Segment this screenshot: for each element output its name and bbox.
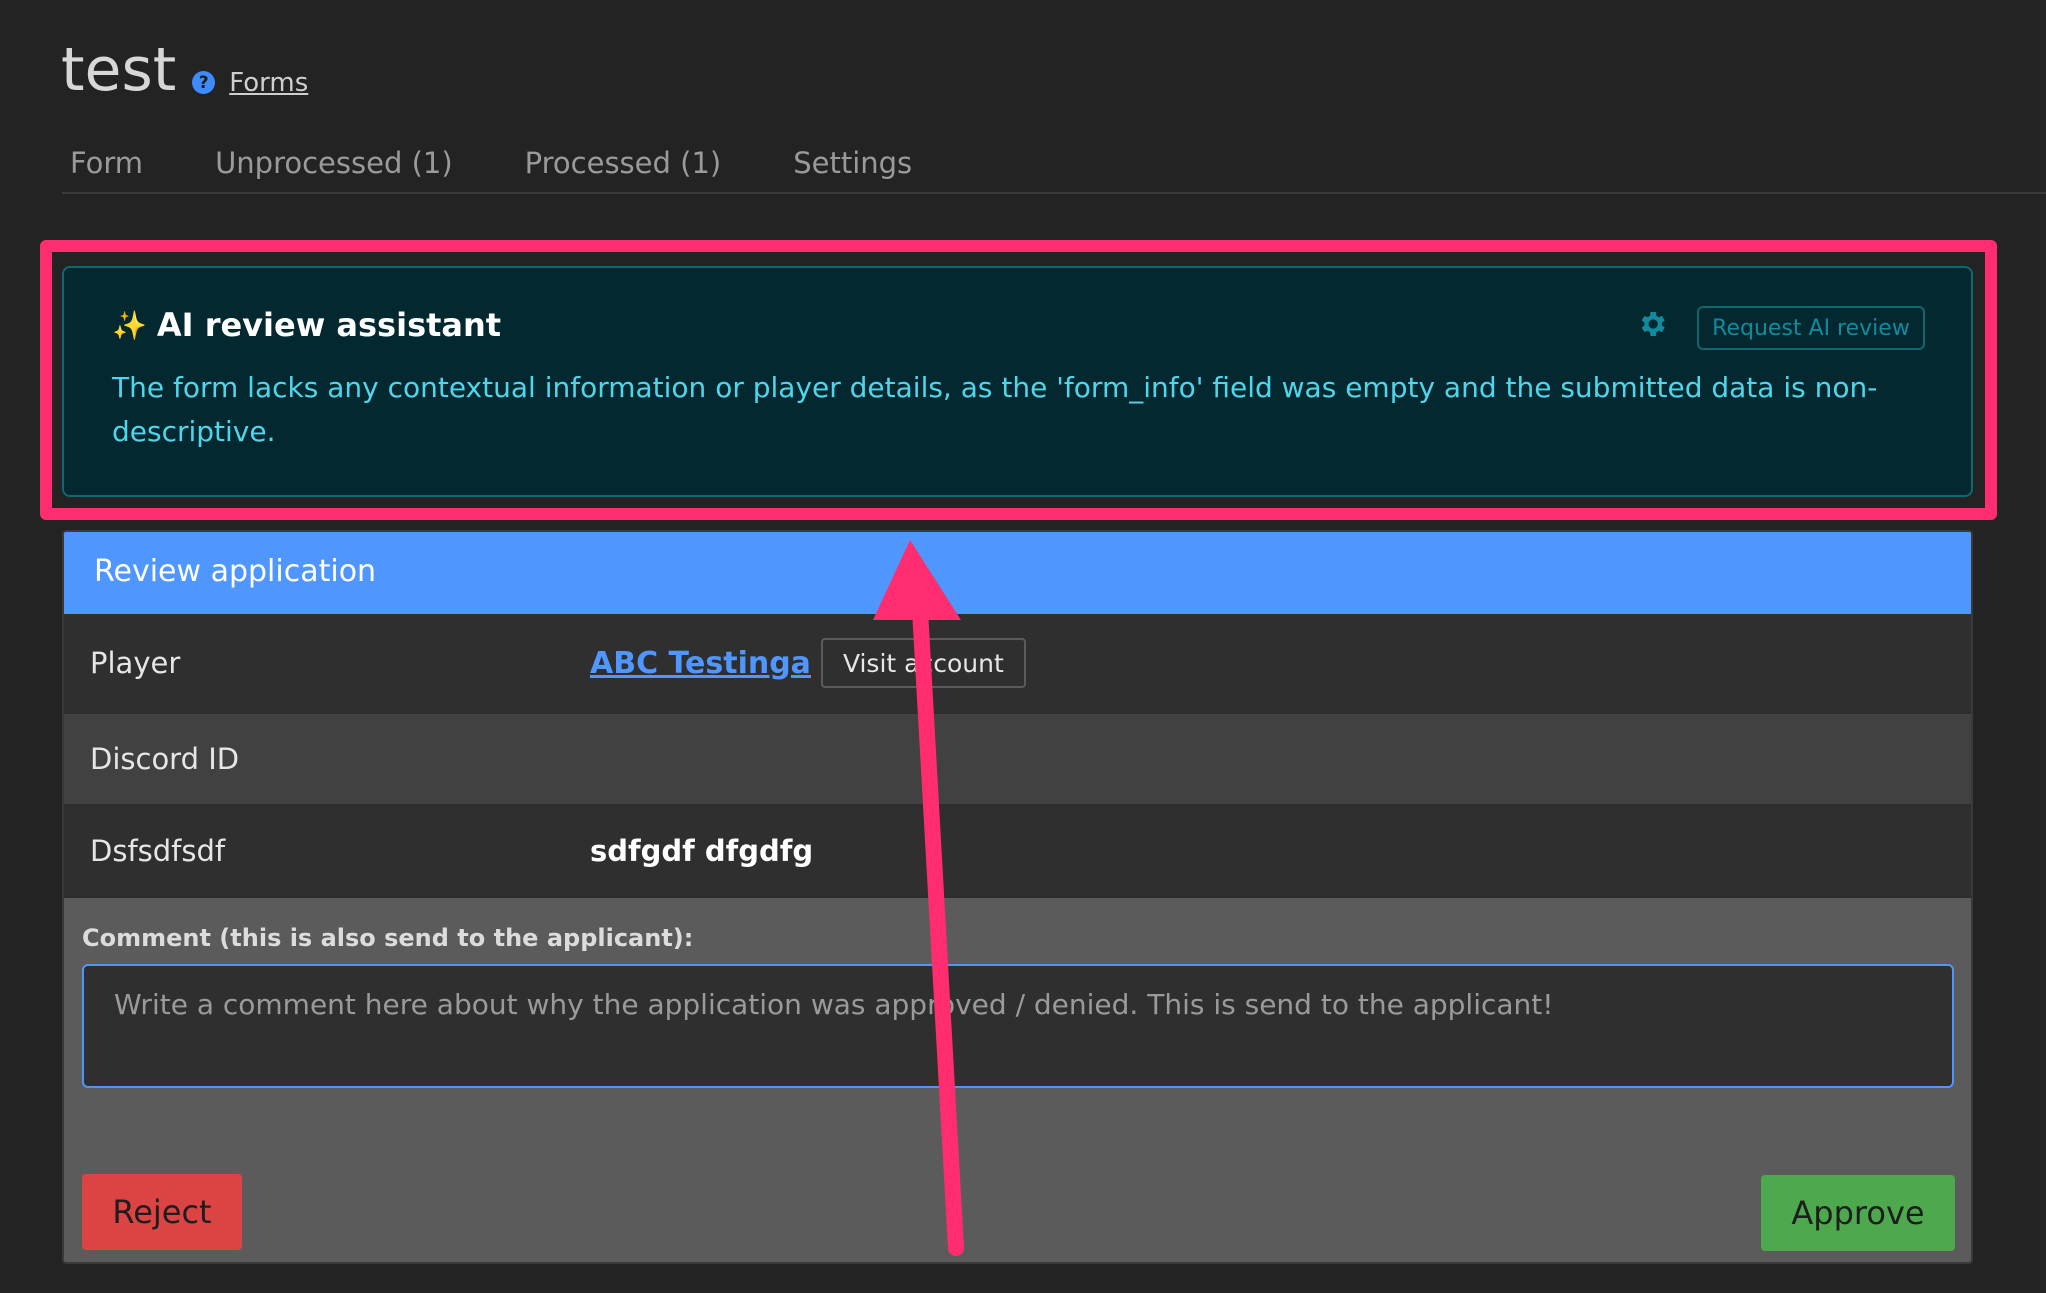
visit-account-button[interactable]: Visit account — [820, 638, 1026, 688]
approve-button[interactable]: Approve — [1761, 1175, 1955, 1251]
ai-review-text: The form lacks any contextual informatio… — [112, 371, 1878, 448]
page-title: test — [61, 35, 177, 105]
table-row-dsfsdfsdf: Dsfsdfsdf sdfgdf dfgdfg — [64, 806, 1971, 898]
comment-input[interactable] — [82, 964, 1954, 1088]
row-value: sdfgdf dfgdfg — [590, 834, 814, 868]
review-application-card: Review application Player ABC Testinga V… — [62, 530, 1973, 1264]
player-link[interactable]: ABC Testinga — [590, 646, 811, 681]
tab-form[interactable]: Form — [62, 136, 151, 192]
page-header: test ? Forms — [61, 30, 308, 110]
ai-review-panel: ✨ AI review assistant Request AI review … — [62, 266, 1973, 497]
forms-link[interactable]: Forms — [229, 68, 308, 98]
tab-bar: Form Unprocessed (1) Processed (1) Setti… — [62, 136, 2046, 194]
row-label: Discord ID — [90, 742, 240, 776]
row-label: Dsfsdfsdf — [90, 834, 226, 868]
gear-icon[interactable] — [1636, 308, 1668, 340]
question-circle-icon[interactable]: ? — [192, 71, 216, 94]
ai-review-title-row: ✨ AI review assistant — [112, 306, 501, 344]
tab-processed[interactable]: Processed (1) — [517, 136, 730, 192]
comment-label: Comment (this is also send to the applic… — [82, 924, 694, 952]
tab-unprocessed[interactable]: Unprocessed (1) — [207, 136, 461, 192]
request-ai-review-button[interactable]: Request AI review — [1697, 306, 1925, 350]
row-value: ABC Testinga Visit account — [590, 638, 1026, 688]
ai-review-title: AI review assistant — [156, 306, 502, 344]
review-header: Review application — [64, 532, 1971, 614]
sparkles-icon: ✨ — [112, 308, 147, 342]
table-row-player: Player ABC Testinga Visit account — [64, 614, 1971, 714]
table-row-discord-id: Discord ID — [64, 714, 1971, 806]
app-root: test ? Forms Form Unprocessed (1) Proces… — [0, 0, 2046, 1293]
tab-settings[interactable]: Settings — [785, 136, 920, 192]
reject-button[interactable]: Reject — [82, 1174, 242, 1250]
row-label: Player — [90, 646, 181, 680]
